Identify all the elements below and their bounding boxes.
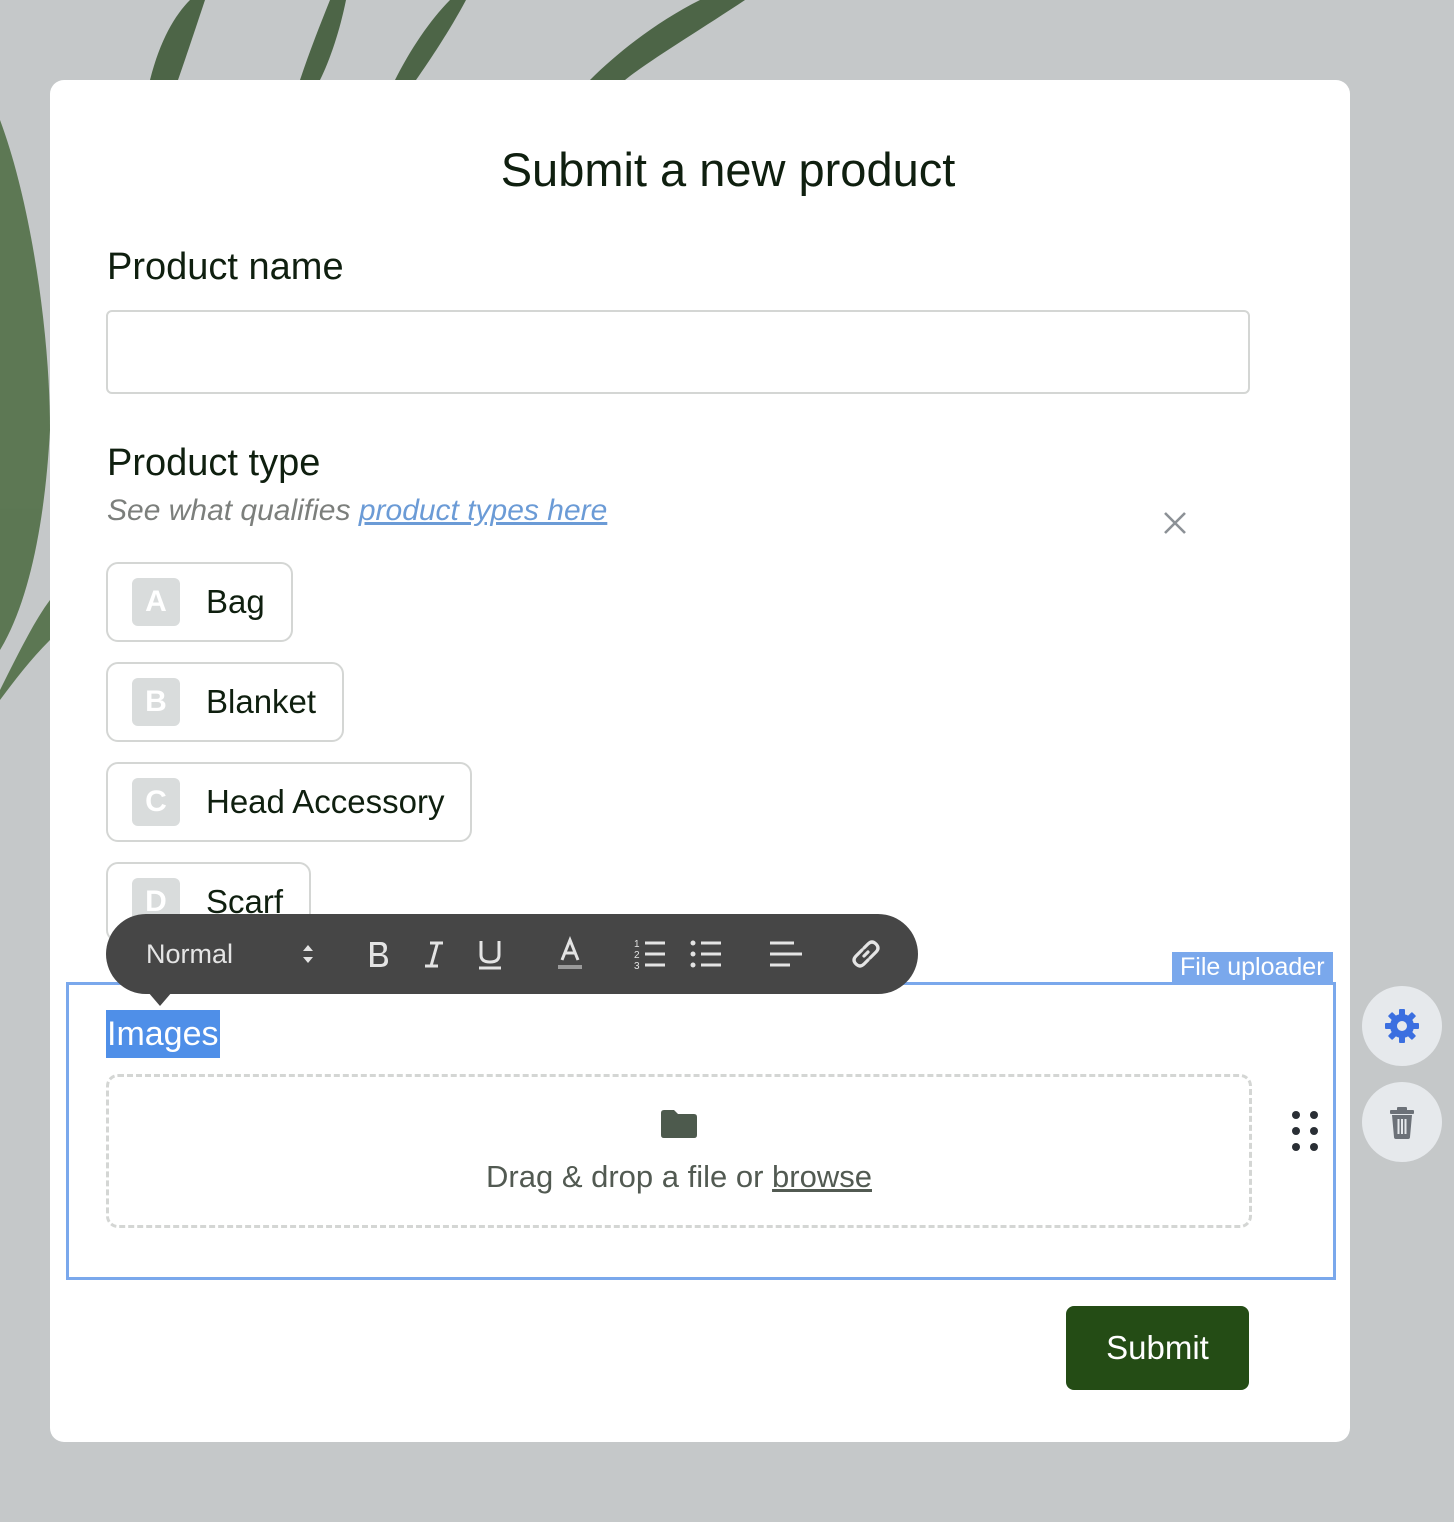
product-name-label: Product name xyxy=(107,246,344,288)
block-settings-button[interactable] xyxy=(1362,986,1442,1066)
bullet-list-icon[interactable] xyxy=(686,934,726,974)
link-icon[interactable] xyxy=(846,934,886,974)
text-style-select[interactable]: Normal xyxy=(146,934,326,974)
drag-handle-icon[interactable] xyxy=(1290,1110,1320,1152)
choice-bag[interactable]: A Bag xyxy=(106,562,293,642)
text-style-value: Normal xyxy=(146,939,234,969)
svg-text:2: 2 xyxy=(634,950,640,961)
dropzone-text: Drag & drop a file or browse xyxy=(109,1159,1249,1195)
choice-label: Head Accessory xyxy=(206,783,445,820)
toolbar-pointer xyxy=(148,992,172,1006)
align-left-icon[interactable] xyxy=(766,934,806,974)
file-dropzone[interactable]: Drag & drop a file or browse xyxy=(106,1074,1252,1228)
italic-icon[interactable] xyxy=(414,934,454,974)
choice-head-accessory[interactable]: C Head Accessory xyxy=(106,762,473,842)
text-format-toolbar: Normal 1 2 3 xyxy=(106,914,918,1006)
browse-link[interactable]: browse xyxy=(772,1159,872,1194)
product-name-input[interactable] xyxy=(106,310,1250,394)
trash-icon xyxy=(1390,1107,1414,1139)
text-color-icon[interactable] xyxy=(550,934,590,974)
select-arrows-icon xyxy=(303,945,313,963)
product-type-helper: See what qualifies product types here xyxy=(107,494,607,528)
svg-text:1: 1 xyxy=(634,939,640,950)
block-delete-button[interactable] xyxy=(1362,1082,1442,1162)
product-types-link[interactable]: product types here xyxy=(359,494,607,527)
choice-blanket[interactable]: B Blanket xyxy=(106,662,345,742)
file-uploader-tag: File uploader xyxy=(1172,952,1333,982)
images-label[interactable]: Images xyxy=(106,1010,220,1058)
underline-icon[interactable] xyxy=(470,934,510,974)
dropzone-prompt: Drag & drop a file or xyxy=(486,1159,773,1194)
form-title: Submit a new product xyxy=(500,143,956,196)
ordered-list-icon[interactable]: 1 2 3 xyxy=(630,934,670,974)
helper-text: See what qualifies xyxy=(107,494,359,527)
folder-icon xyxy=(661,1110,697,1138)
product-type-label: Product type xyxy=(107,442,321,484)
choice-key: B xyxy=(132,678,180,726)
choice-key: C xyxy=(132,778,180,826)
product-form-card: Submit a new product Product name Produc… xyxy=(50,80,1350,1442)
choice-label: Blanket xyxy=(206,683,317,720)
svg-text:3: 3 xyxy=(634,961,640,972)
submit-button[interactable]: Submit xyxy=(1066,1306,1249,1390)
choice-key: A xyxy=(132,578,180,626)
choice-label: Bag xyxy=(206,583,265,620)
bold-icon[interactable] xyxy=(358,934,398,974)
gear-icon xyxy=(1385,1009,1419,1043)
close-icon[interactable] xyxy=(1160,508,1190,538)
